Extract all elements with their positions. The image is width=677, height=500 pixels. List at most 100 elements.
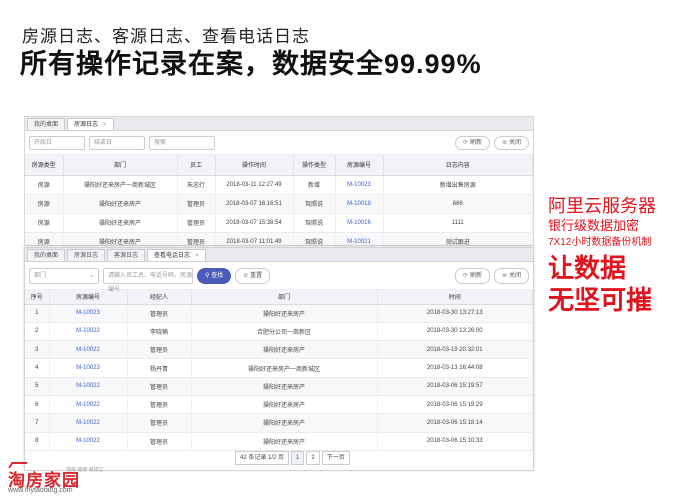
close-label: 关闭 [508, 272, 521, 279]
tab-house-log[interactable]: 房源日志 × [67, 118, 114, 130]
column-header[interactable]: 部门 [63, 155, 178, 176]
house-id-link[interactable]: M-10023 [335, 175, 384, 195]
table-row[interactable]: 1 M-10023 管理员 操阳好还来房产 2018-03-30 13:27:13 [25, 304, 533, 323]
tab-desktop[interactable]: 我的桌面 [27, 118, 66, 130]
cell: 驾照说 [293, 213, 336, 233]
cell: 操阳好还来房产 [63, 213, 178, 233]
cell: 管理员 [177, 213, 216, 233]
cell: 4 [25, 358, 50, 378]
cell: 管理员 [127, 432, 192, 451]
house-id-link[interactable]: M-10023 [49, 304, 128, 323]
table-row[interactable]: 2 M-10022 李晓楠 合肥分公司一商新区 2018-03-30 13:26:00 [25, 322, 533, 342]
department-select[interactable]: 部门 ⌄ [29, 267, 99, 284]
house-id-link[interactable]: M-10016 [335, 213, 384, 233]
table-row[interactable]: 3 M-10022 管理员 操阳好还来房产 2018-03-19 20:32:01 [25, 340, 533, 360]
table-row[interactable]: 8 M-10022 管理员 操阳好还来房产 2018-03-06 15:10:33 [25, 432, 533, 451]
refresh-button[interactable]: ⟳ 刷新 [454, 267, 490, 284]
house-id-link[interactable]: M-10023 [49, 358, 128, 378]
column-header[interactable]: 经纪人 [127, 290, 192, 305]
page-1-button[interactable]: 1 [291, 451, 305, 465]
tab-client-log[interactable]: 客源日志 [107, 249, 146, 261]
cell: 2018-03-07 15:38:54 [215, 213, 294, 233]
table-row[interactable]: 房源 操阳好还来房产 管理员 2018-03-07 16:16:51 驾照说 M-1001… [25, 194, 533, 214]
refresh-label: 刷新 [469, 272, 482, 279]
start-date-input[interactable]: 开始日 [29, 135, 85, 150]
column-header[interactable]: 部门 [191, 290, 378, 305]
tab-desktop[interactable]: 我的桌面 [27, 249, 66, 261]
cell: 2018-03-30 13:27:13 [377, 304, 533, 323]
close-label: 关闭 [508, 139, 521, 146]
close-icon[interactable]: × [195, 253, 199, 259]
cell: 操阳好还来房产 [191, 395, 378, 415]
cell: 6 [25, 395, 50, 415]
cell: 房源 [25, 194, 64, 214]
refresh-icon: ⟳ [462, 139, 468, 146]
cell: 操阳好还来房产 [63, 232, 178, 245]
column-header[interactable]: 房源类型 [25, 155, 64, 176]
logo-url: www.mytaofang.com [8, 487, 73, 494]
column-header[interactable]: 操作时间 [215, 155, 294, 176]
column-header[interactable]: 操作类型 [293, 155, 336, 176]
tab-house-log[interactable]: 房源日志 [67, 249, 106, 261]
table-row[interactable]: 5 M-10022 管理员 操阳好还来房产 2018-03-06 15:19:57 [25, 377, 533, 396]
phone-log-tabbar: 我的桌面 房源日志 客源日志 查看电话日志 × [25, 248, 533, 262]
column-header[interactable]: 房源编号 [335, 155, 384, 176]
house-id-link[interactable]: M-10022 [49, 340, 128, 360]
cell: 驾照说 [293, 232, 336, 245]
next-page-button[interactable]: 下一页 [321, 451, 350, 465]
house-log-table: 房源类型 部门 员工 操作时间 操作类型 房源编号 日志内容 房源 操阳好还来房产… [25, 155, 533, 245]
house-id-link[interactable]: M-10022 [49, 322, 128, 342]
page-2-button[interactable]: 2 [306, 451, 320, 465]
cell: 2 [25, 322, 50, 342]
tab-phone-log[interactable]: 查看电话日志 × [147, 249, 206, 261]
cell: 房源 [25, 175, 64, 195]
keyword-input[interactable]: 请输入员工名、电话号码、房源编号 [103, 267, 193, 293]
refresh-icon: ⟳ [462, 272, 468, 279]
house-id-link[interactable]: M-10022 [49, 377, 128, 396]
department-select-value: 部门 [34, 272, 47, 279]
house-id-link[interactable]: M-10018 [335, 194, 384, 214]
column-header[interactable]: 员工 [177, 155, 216, 176]
table-row[interactable]: 房源 操阳好还来房产 管理员 2018-03-07 15:38:54 驾照说 M-1001… [25, 213, 533, 233]
cell: 操阳好还来房产 [191, 304, 378, 323]
table-row[interactable]: 7 M-10022 管理员 操阳好还来房产 2018-03-06 15:18:14 [25, 413, 533, 433]
cell: 杨丹青 [127, 358, 192, 378]
close-button[interactable]: ⊗ 关闭 [493, 135, 529, 150]
house-log-filter-row: 开始日 结束日 搜索 ⟳ 刷新 ⊗ 关闭 [25, 131, 533, 155]
house-id-link[interactable]: M-10022 [49, 395, 128, 415]
close-circle-icon: ⊗ [501, 139, 507, 146]
column-header[interactable]: 序号 [25, 290, 50, 305]
table-row[interactable]: 4 M-10023 杨丹青 操阳好还来房产一商新城区 2018-03-13 16:44:… [25, 358, 533, 378]
table-row[interactable]: 6 M-10022 管理员 操阳好还来房产 2018-03-06 15:19:29 [25, 395, 533, 415]
cell: 2018-03-19 20:32:01 [377, 340, 533, 360]
cell: 合肥分公司一商新区 [191, 322, 378, 342]
cell: 测试跟进 [383, 232, 533, 245]
cell: 房源 [25, 213, 64, 233]
house-id-link[interactable]: M-10022 [49, 413, 128, 433]
refresh-button[interactable]: ⟳ 刷新 [454, 135, 490, 150]
table-row[interactable]: 房源 操阳好还来房产 管理员 2018-03-07 11:01:49 驾照说 M-1002… [25, 232, 533, 245]
search-input[interactable]: 搜索 [149, 135, 215, 150]
brand-logo: 淘房家园 找房 装修 就找它 www.mytaofang.com [8, 462, 128, 498]
reset-button[interactable]: ⊘ 重置 [235, 267, 271, 284]
cell: 新增 [293, 175, 336, 195]
close-icon[interactable]: × [103, 122, 107, 128]
cell: 操阳好还来房产 [191, 340, 378, 360]
column-header[interactable]: 日志内容 [383, 155, 533, 176]
cell: 管理员 [177, 232, 216, 245]
phone-log-filter-row: 部门 ⌄ 请输入员工名、电话号码、房源编号 ⚲ 查找 ⊘ 重置 ⟳ 刷新 ⊗ 关闭 [25, 262, 533, 293]
column-header[interactable]: 时间 [377, 290, 533, 305]
cell: 房源 [25, 232, 64, 245]
house-id-link[interactable]: M-10021 [335, 232, 384, 245]
cell: 操阳好还来房产 [191, 377, 378, 396]
house-id-link[interactable]: M-10022 [49, 432, 128, 451]
cell: 5 [25, 377, 50, 396]
cell: 操阳好还来房产 [63, 194, 178, 214]
cell: 2018-03-13 16:44:08 [377, 358, 533, 378]
cell: 朱忠行 [177, 175, 216, 195]
table-row[interactable]: 房源 操阳好还来房产一商新城区 朱忠行 2018-03-11 12:27:49 新增 M-… [25, 175, 533, 195]
end-date-input[interactable]: 结束日 [89, 135, 145, 150]
search-button[interactable]: ⚲ 查找 [197, 267, 232, 284]
cell: 操阳好还来房产 [191, 413, 378, 433]
close-button[interactable]: ⊗ 关闭 [493, 267, 529, 284]
